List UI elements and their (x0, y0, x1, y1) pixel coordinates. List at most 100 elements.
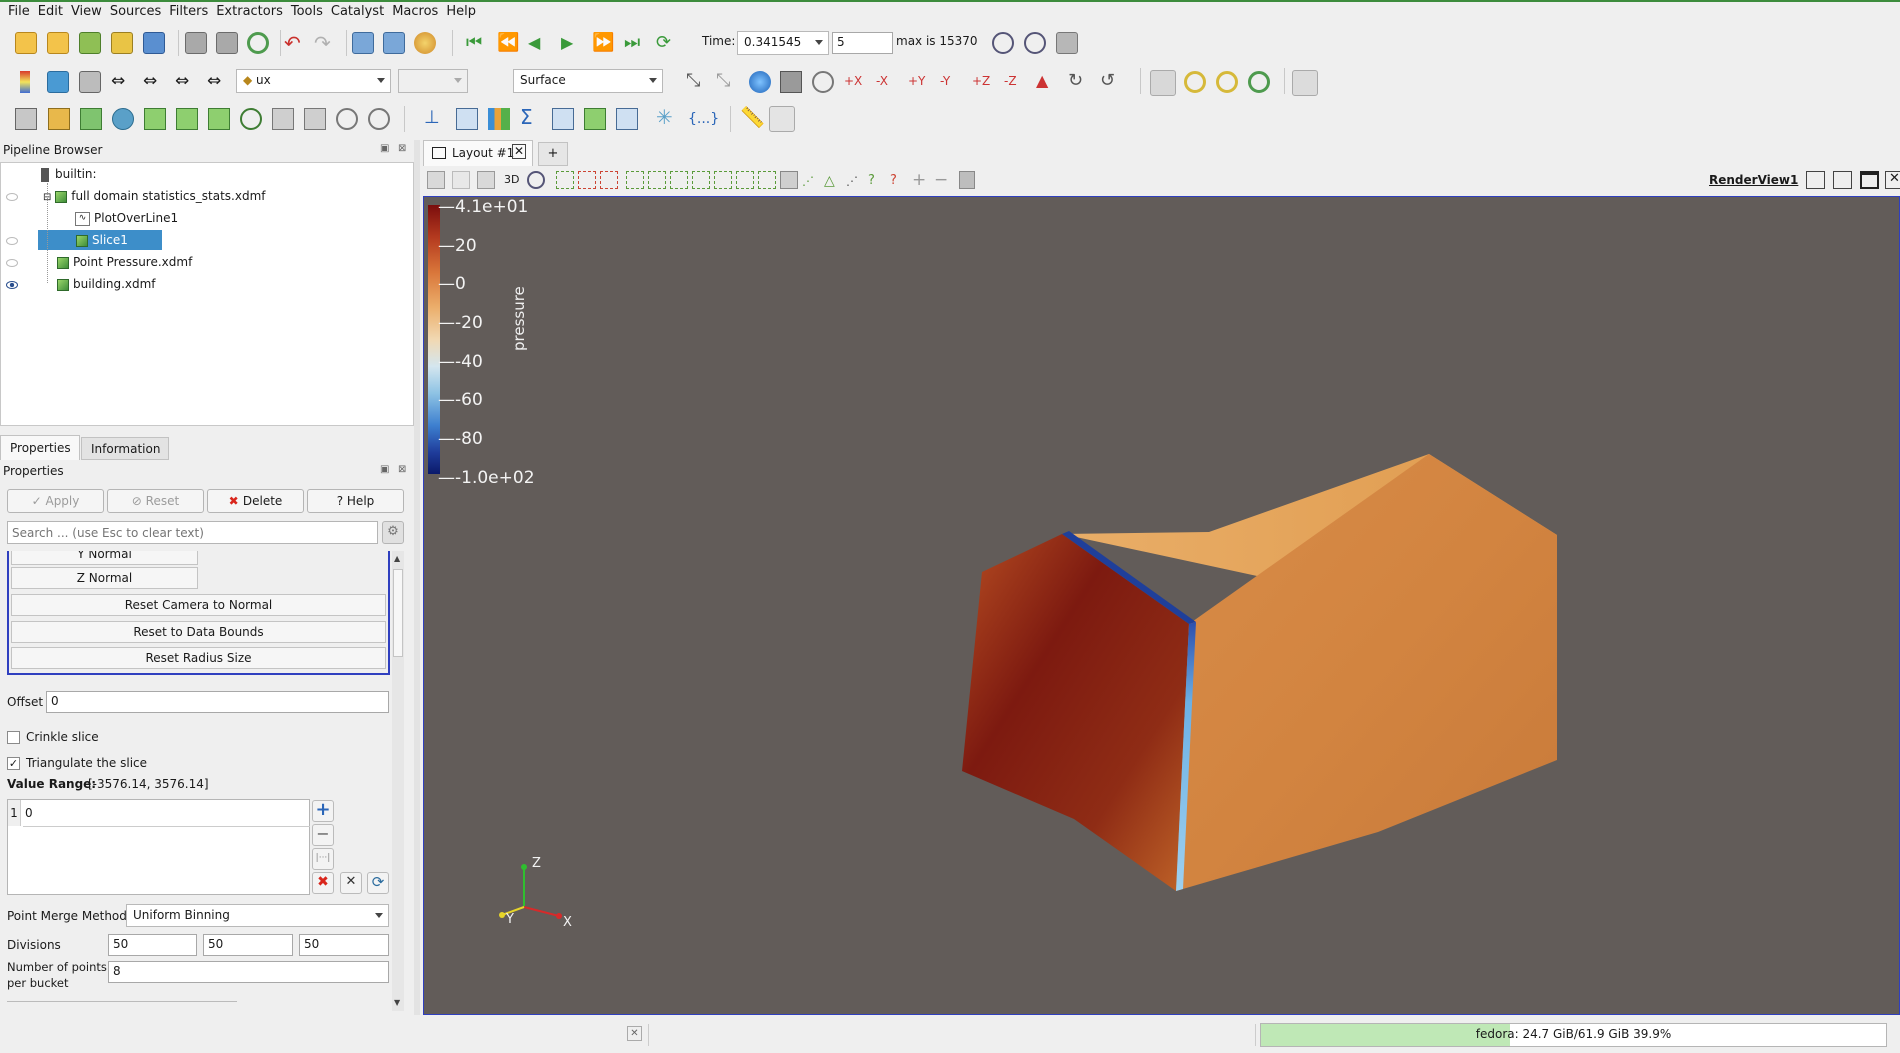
refresh-icon[interactable]: ⟳ (367, 872, 389, 894)
clip-icon[interactable] (80, 108, 102, 130)
stream-tracer-icon[interactable] (240, 108, 262, 130)
toggle-3d-button[interactable]: 3D (504, 173, 519, 186)
reset-button[interactable]: ⊘ Reset (107, 489, 204, 513)
subtract-selection-icon[interactable]: − (934, 172, 952, 190)
open-folder-icon[interactable] (15, 32, 37, 54)
visibility-eye-icon[interactable] (6, 237, 18, 245)
hover-cells-icon[interactable] (758, 171, 776, 189)
properties-search-input[interactable] (7, 521, 378, 544)
loop-icon[interactable]: ⟳ (656, 33, 678, 55)
split-vertical-icon[interactable] (1833, 171, 1852, 189)
hover-points-icon[interactable] (736, 171, 754, 189)
camera-redo-icon[interactable] (383, 32, 405, 54)
close-dock-icon[interactable]: ⊠ (398, 143, 406, 154)
save-data-icon[interactable] (79, 32, 101, 54)
view-plus-x-icon[interactable]: +X (844, 72, 866, 94)
tab-properties[interactable]: Properties (0, 435, 80, 460)
select-polygon-cells-icon[interactable] (648, 171, 666, 189)
slice-values-table[interactable]: 1 0 (7, 799, 310, 895)
pipeline-item-statistics[interactable]: ⊟ full domain statistics_stats.xdmf (43, 186, 266, 206)
integrate-variables-icon[interactable]: Σ (520, 107, 542, 129)
calculator-icon[interactable] (15, 108, 37, 130)
view-undo-camera-icon[interactable] (452, 171, 470, 189)
z-normal-button[interactable]: Z Normal (11, 567, 198, 589)
light-kit-icon[interactable] (1292, 70, 1318, 96)
tooltip-icon[interactable]: ? (890, 173, 908, 191)
menu-macros[interactable]: Macros (384, 2, 438, 19)
crinkle-slice-checkbox[interactable] (7, 731, 20, 744)
python-calculator-icon[interactable] (552, 108, 574, 130)
menu-file[interactable]: File (0, 2, 30, 19)
show-labels-icon[interactable]: △ (824, 173, 842, 191)
screenshot-icon[interactable] (1056, 32, 1078, 54)
float-dock-icon[interactable]: ▣ (380, 464, 389, 475)
select-blocks-icon[interactable] (692, 171, 710, 189)
float-dock-icon[interactable]: ▣ (380, 143, 389, 154)
plot-over-time-icon[interactable] (616, 108, 638, 130)
extract-level-icon[interactable] (336, 108, 358, 130)
rescale-visible-icon[interactable]: ⇔ (207, 72, 229, 94)
view-plus-z-icon[interactable]: +Z (972, 72, 994, 94)
color-variable-combo[interactable]: ◆ ux (236, 69, 391, 93)
menu-view[interactable]: View (63, 2, 102, 19)
plot-over-line-icon[interactable]: ⊥ (424, 108, 446, 130)
zoom-to-box-icon[interactable] (749, 71, 771, 93)
y-normal-button[interactable]: Y Normal (11, 551, 198, 565)
view-minus-z-icon[interactable]: -Z (1004, 72, 1026, 94)
last-frame-icon[interactable]: ⏭ (624, 33, 646, 55)
divisions-x-input[interactable]: 50 (108, 934, 197, 956)
scrollbar-thumb[interactable] (393, 569, 403, 657)
menu-edit[interactable]: Edit (30, 2, 63, 19)
time-step-spinbox[interactable]: 5 (832, 32, 893, 54)
triangulate-slice-checkbox[interactable]: ✓ (7, 757, 20, 770)
threshold-icon[interactable] (144, 108, 166, 130)
rotate-plus-90-icon[interactable]: ↻ (1068, 72, 1090, 94)
zoom-to-selection-icon[interactable] (780, 71, 802, 93)
component-combo[interactable] (398, 69, 468, 93)
slice-value-cell[interactable]: 0 (23, 800, 310, 827)
pipeline-item-building[interactable]: building.xdmf (57, 274, 156, 294)
reset-radius-size-button[interactable]: Reset Radius Size (11, 647, 386, 669)
ghost-cells-icon[interactable] (368, 108, 390, 130)
reset-to-data-bounds-button[interactable]: Reset to Data Bounds (11, 621, 386, 643)
edit-labels-icon[interactable]: ⋰ (846, 173, 864, 191)
point-merge-method-combo[interactable]: Uniform Binning (126, 904, 389, 927)
interactive-select-icon[interactable] (714, 171, 732, 189)
scroll-up-icon[interactable]: ▲ (394, 554, 400, 563)
pipeline-item-plotoverline[interactable]: ∿ PlotOverLine1 (75, 208, 178, 228)
shrink-selection-icon[interactable]: ⋰ (802, 173, 820, 191)
rescale-time-icon[interactable]: ⇔ (175, 72, 197, 94)
auto-apply-icon[interactable] (247, 32, 269, 54)
menu-catalyst[interactable]: Catalyst (323, 2, 384, 19)
remove-all-icon[interactable]: ✖ (312, 872, 334, 894)
view-plus-y-icon[interactable]: +Y (908, 72, 930, 94)
select-cells-through-icon[interactable] (600, 171, 618, 189)
next-frame-icon[interactable]: ⏩ (592, 33, 614, 55)
scroll-down-icon[interactable]: ▼ (394, 998, 400, 1007)
apply-button[interactable]: ✓ Apply (7, 489, 104, 513)
delete-button[interactable]: ✖ Delete (207, 489, 304, 513)
grow-selection-icon[interactable] (780, 171, 798, 189)
save-state-icon[interactable] (143, 32, 165, 54)
help-button[interactable]: ? Help (307, 489, 404, 513)
add-range-icon[interactable]: |···| (312, 848, 334, 870)
select-polygon-points-icon[interactable] (670, 171, 688, 189)
redo-icon[interactable]: ↷ (314, 33, 336, 56)
remove-value-icon[interactable]: − (312, 824, 334, 846)
color-palette-icon[interactable] (414, 32, 436, 54)
play-icon[interactable]: ▶ (561, 33, 583, 55)
rotate-minus-90-icon[interactable]: ↺ (1100, 72, 1122, 94)
slice-icon[interactable] (112, 108, 134, 130)
glyph-icon[interactable] (208, 108, 230, 130)
rescale-data-icon[interactable]: ⇔ (111, 72, 133, 94)
points-per-bucket-input[interactable]: 8 (108, 961, 389, 983)
properties-scrollbar[interactable]: ▲ ▼ (392, 551, 404, 1011)
reset-range-icon[interactable] (79, 71, 101, 93)
isometric-view-icon[interactable]: ▲ (1036, 72, 1058, 94)
split-horizontal-icon[interactable] (1806, 171, 1825, 189)
render-view[interactable]: —4.1e+01 —20 —0 —-20 —-40 —-60 —-80 —-1.0e+02 p… (423, 196, 1900, 1015)
previous-frame-icon[interactable]: ⏪ (497, 33, 519, 55)
select-points-on-icon[interactable] (578, 171, 596, 189)
protractor-icon[interactable] (769, 106, 795, 132)
group-datasets-icon[interactable] (304, 108, 326, 130)
